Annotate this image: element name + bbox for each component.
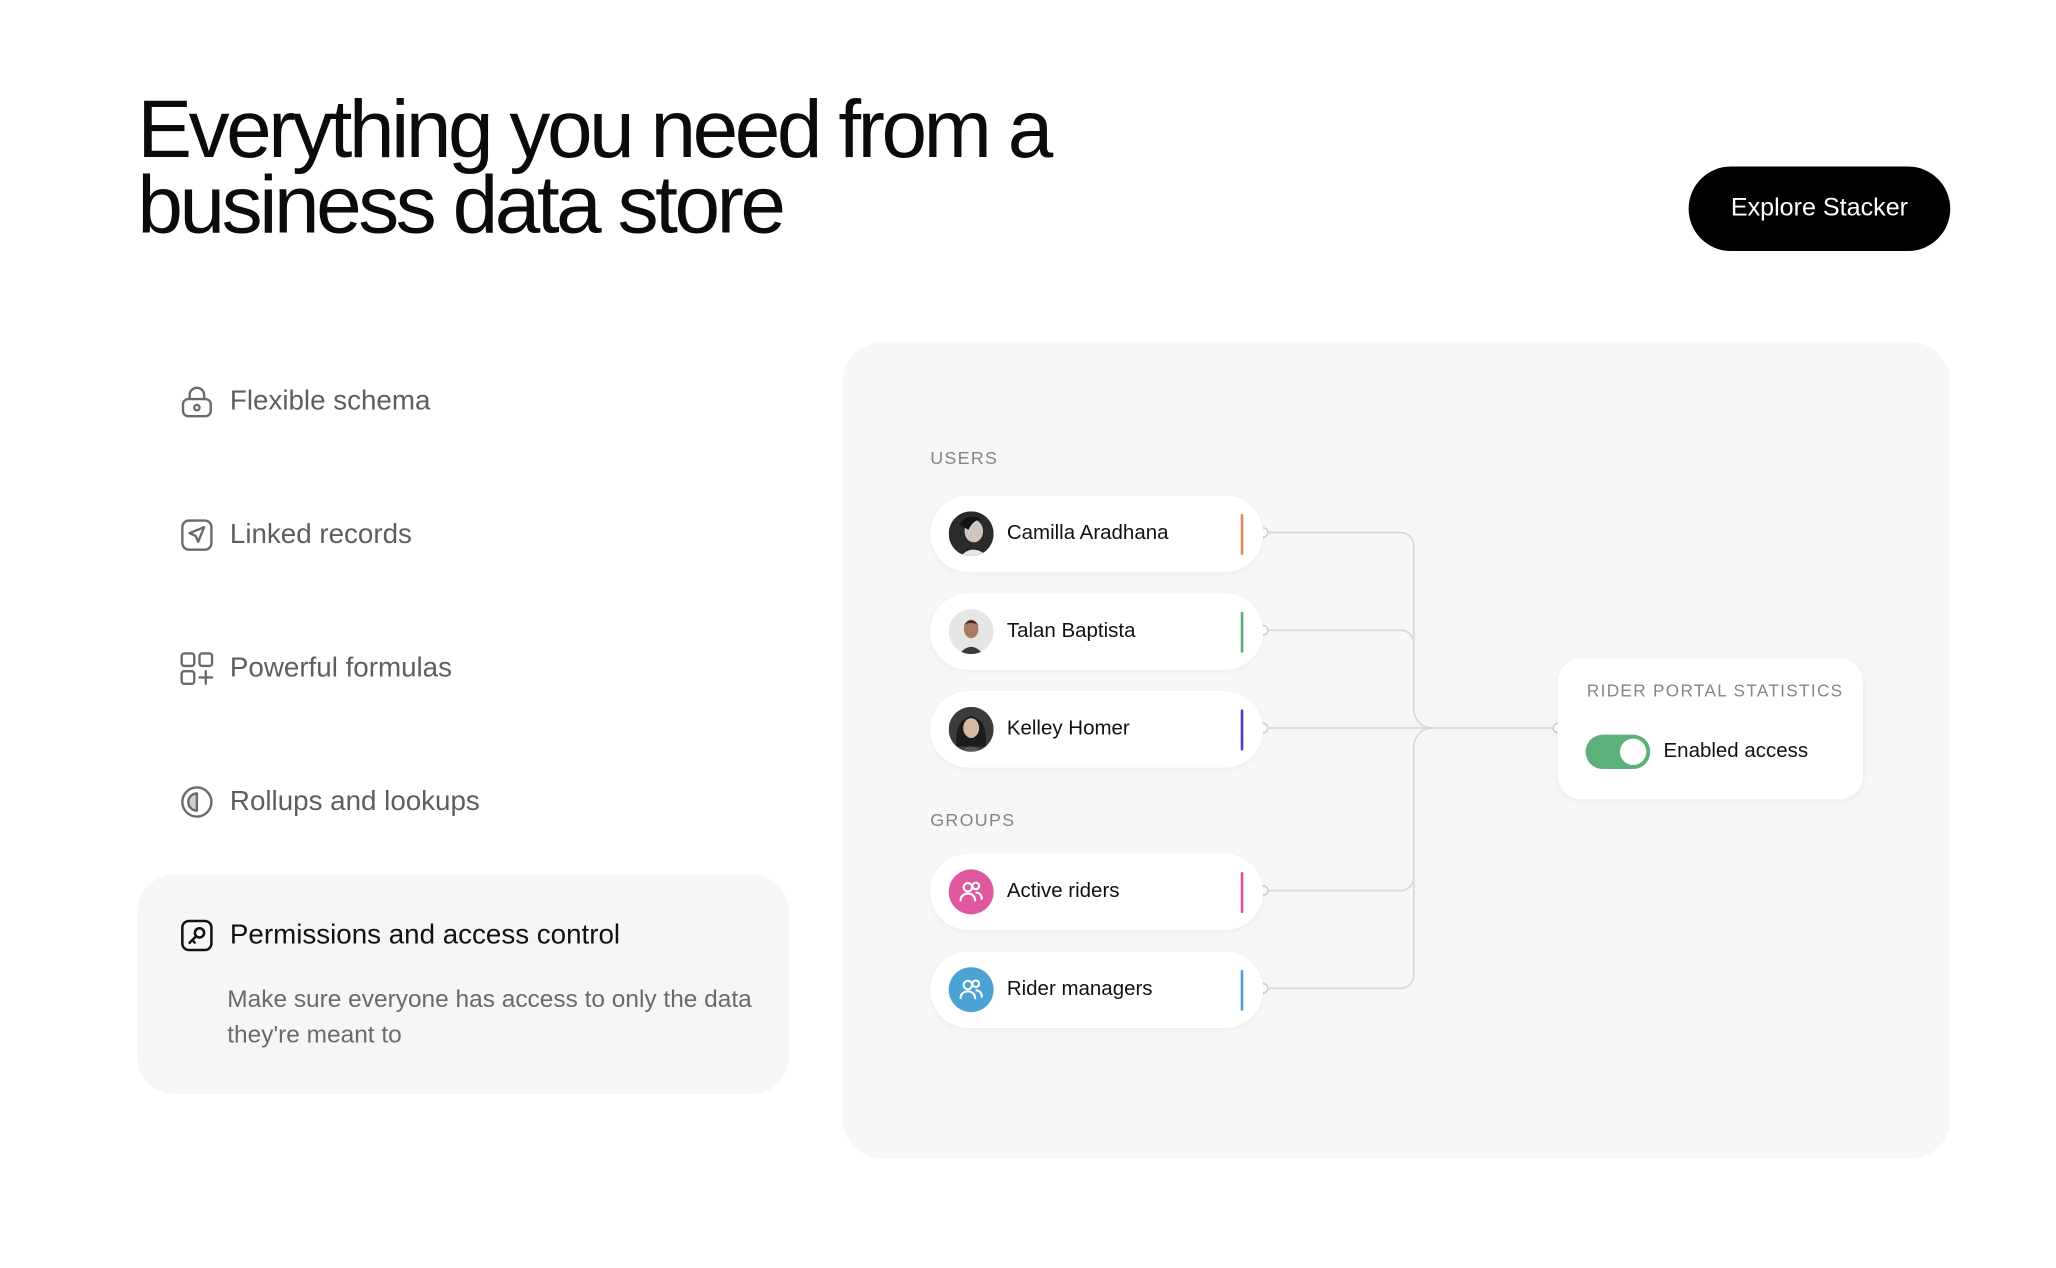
send-icon: [180, 518, 214, 552]
grid-plus-icon: [180, 651, 214, 685]
page-title-line-2: business data store: [137, 159, 786, 252]
explore-stacker-button[interactable]: Explore Stacker: [1688, 166, 1951, 252]
user-row[interactable]: Kelley Homer: [930, 691, 1264, 768]
page-title: Everything you need from a business data…: [137, 84, 1053, 252]
avatar: [948, 511, 994, 557]
user-row[interactable]: Camilla Aradhana: [930, 495, 1264, 573]
group-color-accent: [1240, 872, 1244, 914]
group-row[interactable]: Rider managers: [930, 951, 1264, 1028]
user-color-accent: [1240, 709, 1244, 751]
user-row[interactable]: Talan Baptista: [930, 593, 1264, 670]
group-row[interactable]: Active riders: [930, 853, 1264, 931]
access-diagram-panel: USERS Camilla Aradhana Talan Baptista Ke…: [842, 342, 1951, 1159]
avatar: [948, 706, 994, 752]
half-circle-icon: [180, 785, 214, 819]
enabled-access-toggle[interactable]: [1585, 734, 1651, 769]
feature-label: Rollups and lookups: [229, 786, 480, 817]
stat-card-title: RIDER PORTAL STATISTICS: [1586, 680, 1844, 701]
group-name: Rider managers: [1006, 977, 1153, 1001]
feature-label: Linked records: [229, 519, 412, 550]
rider-portal-statistics-card: RIDER PORTAL STATISTICS Enabled access: [1557, 658, 1864, 800]
toggle-knob: [1619, 738, 1647, 766]
user-name: Talan Baptista: [1006, 619, 1136, 643]
connector-active-riders: [1263, 727, 1433, 892]
users-group-icon: [948, 967, 994, 1013]
user-name: Kelley Homer: [1006, 717, 1130, 740]
feature-description: Make sure everyone has access to only th…: [227, 984, 752, 1048]
user-color-accent: [1240, 513, 1244, 555]
feature-linked-records[interactable]: Linked records: [180, 517, 412, 554]
feature-permissions-and-access-control[interactable]: Permissions and access control: [180, 917, 620, 954]
page: Everything you need from a business data…: [0, 0, 2056, 1268]
feature-powerful-formulas[interactable]: Powerful formulas: [180, 650, 452, 687]
group-color-accent: [1240, 969, 1244, 1011]
feature-card-permissions[interactable]: Permissions and access control Make sure…: [137, 874, 789, 1095]
feature-rollups-and-lookups[interactable]: Rollups and lookups: [180, 784, 480, 821]
toggle-label: Enabled access: [1663, 739, 1809, 763]
key-icon: [180, 918, 214, 952]
feature-label: Powerful formulas: [229, 652, 452, 684]
feature-flexible-schema[interactable]: Flexible schema: [180, 383, 431, 420]
feature-label: Permissions and access control: [229, 919, 621, 951]
users-group-icon: [948, 869, 994, 915]
user-color-accent: [1240, 611, 1244, 653]
feature-label: Flexible schema: [229, 385, 431, 417]
page-title-line-1: Everything you need from a: [137, 84, 1053, 176]
user-name: Camilla Aradhana: [1006, 521, 1169, 545]
avatar: [948, 609, 994, 655]
lock-icon: [180, 384, 214, 418]
users-section-label: USERS: [930, 447, 999, 468]
connector-talan: [1263, 629, 1415, 710]
groups-section-label: GROUPS: [930, 809, 1016, 830]
group-name: Active riders: [1006, 879, 1120, 903]
connector-rider-managers: [1263, 746, 1415, 990]
